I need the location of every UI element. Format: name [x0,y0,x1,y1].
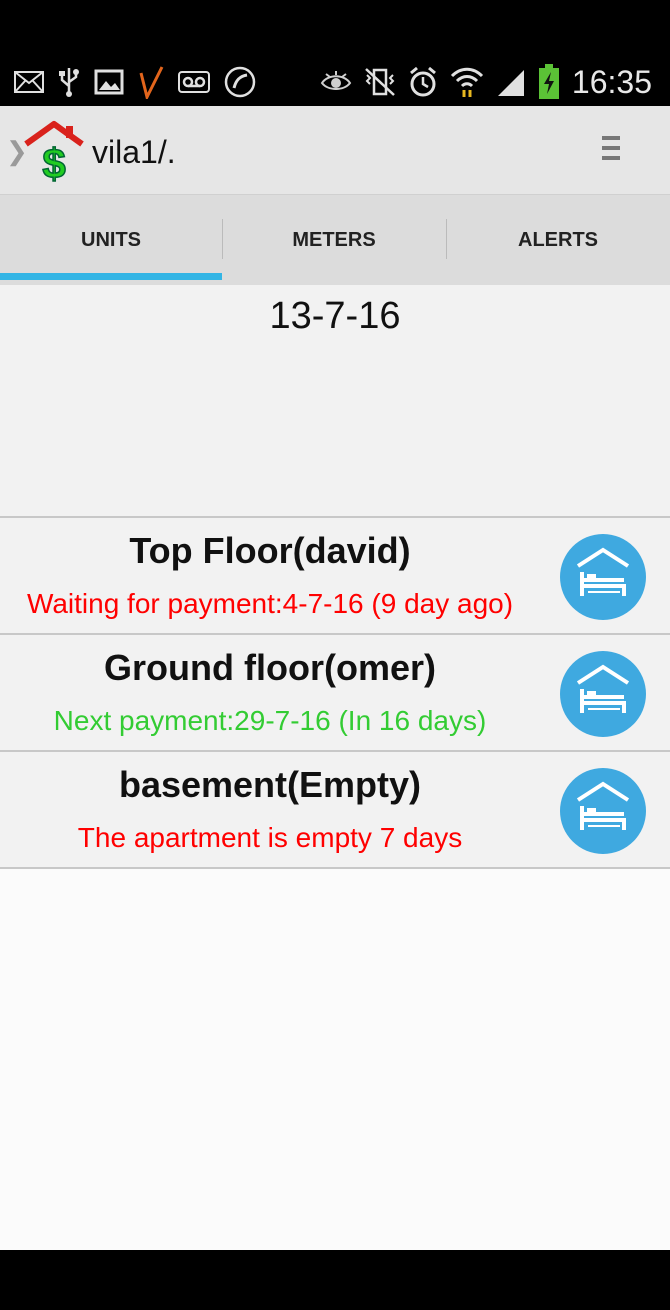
alarm-icon [408,66,438,98]
signal-icon [496,67,526,97]
list-empty-area [0,867,670,1252]
tab-alerts[interactable]: ALERTS [447,195,669,285]
page-title: vila1/. [92,134,176,170]
status-bar: 16:35 [0,58,670,106]
mail-icon [14,71,44,93]
voicemail-icon [178,71,210,93]
tab-meters[interactable]: METERS [223,195,445,285]
unit-list-item[interactable]: Top Floor(david) Waiting for payment:4-7… [0,516,670,634]
house-dollar-logo[interactable]: $ [22,120,86,188]
unit-status: Next payment:29-7-16 (In 16 days) [53,705,487,736]
svg-text:$: $ [42,140,65,184]
app-v-icon [138,65,164,99]
tab-units[interactable]: UNITS [0,195,222,285]
action-bar: ❯ $ vila1/. [0,106,670,195]
tab-selected-indicator [0,273,222,280]
usb-icon [58,66,80,98]
no-vibrate-icon [364,67,396,97]
bed-icon[interactable] [560,768,646,854]
wifi-icon [450,66,484,98]
tab-bar: UNITS METERS ALERTS [0,195,670,285]
status-time: 16:35 [571,63,652,100]
current-date: 13-7-16 [269,295,401,337]
call-icon [224,66,256,98]
unit-name: Ground floor(omer) [104,647,436,688]
unit-status: Waiting for payment:4-7-16 (9 day ago) [26,588,514,619]
bed-icon[interactable] [560,651,646,737]
units-content: 13-7-16 Top Floor(david) Waiting for pay… [0,285,670,1252]
unit-status: The apartment is empty 7 days [77,822,463,853]
unit-list-item[interactable]: basement(Empty) The apartment is empty 7… [0,750,670,868]
unit-list-item[interactable]: Ground floor(omer) Next payment:29-7-16 … [0,633,670,751]
bed-icon[interactable] [560,534,646,620]
overflow-menu-icon[interactable] [598,136,626,166]
screen-top-margin [0,0,670,58]
image-icon [94,69,124,95]
unit-name: basement(Empty) [118,764,422,805]
navigation-bar [0,1250,670,1310]
eye-icon [320,71,352,93]
unit-name: Top Floor(david) [129,530,411,571]
battery-charging-icon [538,64,560,100]
